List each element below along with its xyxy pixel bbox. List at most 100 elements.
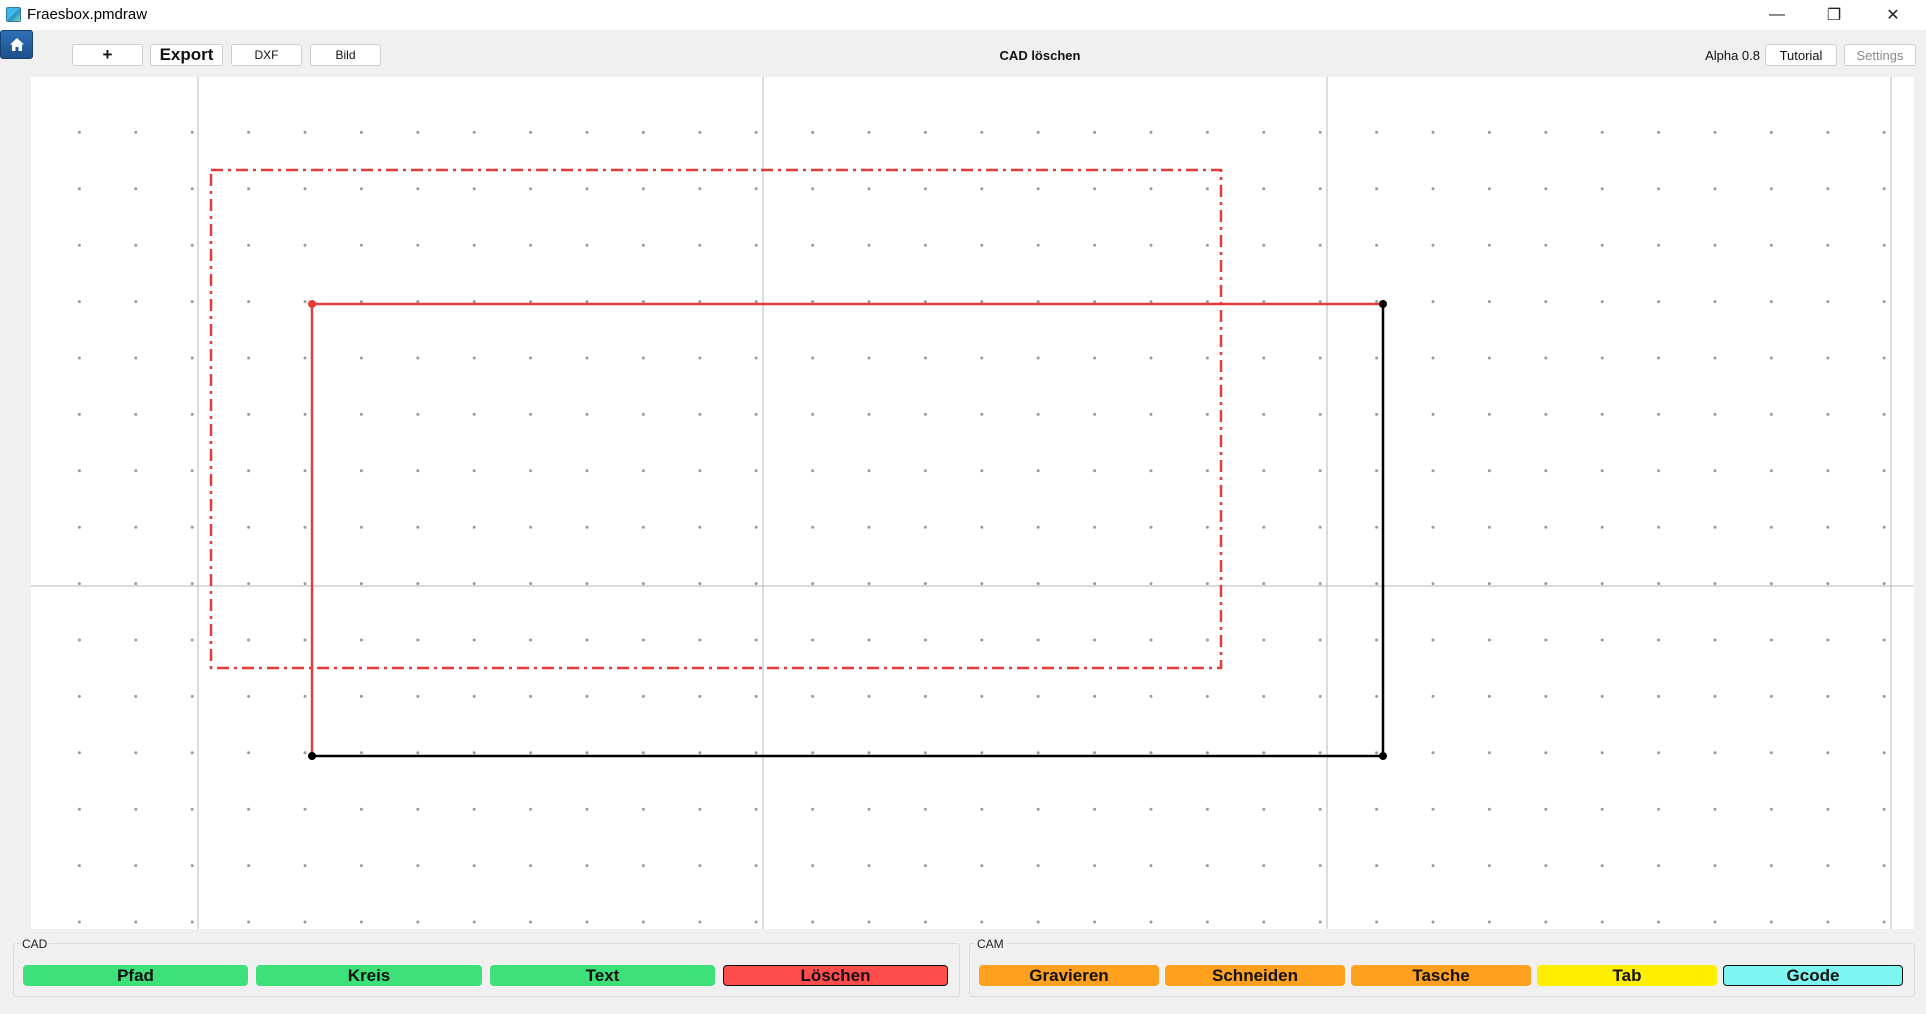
grid-dot bbox=[867, 694, 871, 698]
grid-dot bbox=[698, 356, 702, 360]
grid-dot bbox=[190, 525, 194, 529]
grid-dot bbox=[1375, 694, 1379, 698]
grid-dot bbox=[1713, 638, 1717, 642]
grid-dot bbox=[1205, 920, 1209, 924]
export-button[interactable]: Export bbox=[150, 44, 223, 66]
grid-dot bbox=[1544, 243, 1548, 247]
canvas-svg[interactable] bbox=[31, 77, 1914, 929]
grid-dot bbox=[529, 864, 533, 868]
vertex-point[interactable] bbox=[308, 752, 316, 760]
grid-dot bbox=[134, 300, 138, 304]
grid-dot bbox=[1826, 751, 1830, 755]
grid-dot bbox=[923, 300, 927, 304]
loeschen-button[interactable]: Löschen bbox=[723, 965, 948, 986]
grid-dot bbox=[1093, 356, 1097, 360]
bild-button[interactable]: Bild bbox=[310, 44, 381, 66]
grid-dot bbox=[359, 920, 363, 924]
grid-dot bbox=[190, 694, 194, 698]
grid-dot bbox=[1431, 920, 1435, 924]
grid-dot bbox=[1093, 412, 1097, 416]
grid-dot bbox=[698, 582, 702, 586]
drawing-canvas[interactable] bbox=[31, 77, 1914, 929]
grid-dot bbox=[472, 412, 476, 416]
minimize-button[interactable]: — bbox=[1754, 0, 1800, 30]
grid-dot bbox=[811, 300, 815, 304]
restore-button[interactable]: ❐ bbox=[1811, 0, 1857, 30]
grid-dot bbox=[1769, 469, 1773, 473]
grid-dot bbox=[585, 300, 589, 304]
grid-dot bbox=[1036, 300, 1040, 304]
grid-dot bbox=[754, 187, 758, 191]
grid-dot bbox=[585, 920, 589, 924]
grid-dot bbox=[416, 300, 420, 304]
grid-dot bbox=[754, 807, 758, 811]
grid-dot bbox=[1149, 694, 1153, 698]
grid-dot bbox=[1149, 130, 1153, 134]
tasche-button[interactable]: Tasche bbox=[1351, 965, 1531, 986]
dxf-button[interactable]: DXF bbox=[231, 44, 302, 66]
text-button[interactable]: Text bbox=[490, 965, 715, 986]
grid-dot bbox=[472, 300, 476, 304]
add-button[interactable]: + bbox=[72, 44, 143, 66]
grid-dot bbox=[585, 864, 589, 868]
grid-dot bbox=[698, 300, 702, 304]
grid-dot bbox=[1769, 582, 1773, 586]
rectangle-shape[interactable] bbox=[310, 302, 1385, 758]
grid-dot bbox=[1882, 638, 1886, 642]
grid-dot bbox=[1262, 243, 1266, 247]
grid-dot bbox=[811, 412, 815, 416]
grid-dot bbox=[1657, 300, 1661, 304]
grid-dot bbox=[1769, 920, 1773, 924]
grid-dot bbox=[1826, 864, 1830, 868]
kreis-button[interactable]: Kreis bbox=[256, 965, 482, 986]
tab-button[interactable]: Tab bbox=[1537, 965, 1717, 986]
grid-dot bbox=[867, 356, 871, 360]
schneiden-button[interactable]: Schneiden bbox=[1165, 965, 1345, 986]
grid-dot bbox=[1318, 469, 1322, 473]
grid-dot bbox=[585, 412, 589, 416]
grid-dot bbox=[472, 807, 476, 811]
grid-dot bbox=[641, 638, 645, 642]
grid-dot bbox=[980, 130, 984, 134]
grid-dot bbox=[247, 130, 251, 134]
grid-dot bbox=[1882, 694, 1886, 698]
grid-dot bbox=[1882, 130, 1886, 134]
vertex-point[interactable] bbox=[1379, 752, 1387, 760]
grid-dot bbox=[1205, 243, 1209, 247]
grid-dot bbox=[1036, 356, 1040, 360]
grid-dot bbox=[1487, 356, 1491, 360]
gcode-button[interactable]: Gcode bbox=[1723, 965, 1903, 986]
grid-dot bbox=[1882, 807, 1886, 811]
grid-dot bbox=[529, 187, 533, 191]
grid-dot bbox=[923, 920, 927, 924]
settings-button[interactable]: Settings bbox=[1844, 44, 1916, 66]
vertex-point[interactable] bbox=[308, 300, 316, 308]
grid-dot bbox=[134, 469, 138, 473]
grid-dot bbox=[190, 187, 194, 191]
grid-dot bbox=[867, 187, 871, 191]
grid-dot bbox=[1826, 130, 1830, 134]
grid-dot bbox=[754, 582, 758, 586]
close-button[interactable]: ✕ bbox=[1870, 0, 1916, 30]
grid-dot bbox=[1544, 694, 1548, 698]
grid-dot bbox=[77, 300, 81, 304]
grid-dot bbox=[1826, 582, 1830, 586]
pfad-button[interactable]: Pfad bbox=[23, 965, 248, 986]
tutorial-button[interactable]: Tutorial bbox=[1765, 44, 1837, 66]
grid-dot bbox=[923, 469, 927, 473]
grid-dot bbox=[1262, 300, 1266, 304]
grid-dot bbox=[1205, 356, 1209, 360]
vertex-point[interactable] bbox=[1379, 300, 1387, 308]
grid-dot bbox=[1318, 807, 1322, 811]
cad-panel-title: CAD bbox=[20, 937, 50, 951]
grid-dot bbox=[1318, 412, 1322, 416]
gravieren-button[interactable]: Gravieren bbox=[979, 965, 1159, 986]
grid-dot bbox=[1487, 130, 1491, 134]
grid-dot bbox=[1600, 582, 1604, 586]
grid-dot bbox=[641, 243, 645, 247]
grid-dot bbox=[190, 469, 194, 473]
grid-dot bbox=[1431, 582, 1435, 586]
grid-dot bbox=[1318, 356, 1322, 360]
home-button[interactable] bbox=[0, 30, 33, 59]
grid-dot bbox=[1036, 864, 1040, 868]
